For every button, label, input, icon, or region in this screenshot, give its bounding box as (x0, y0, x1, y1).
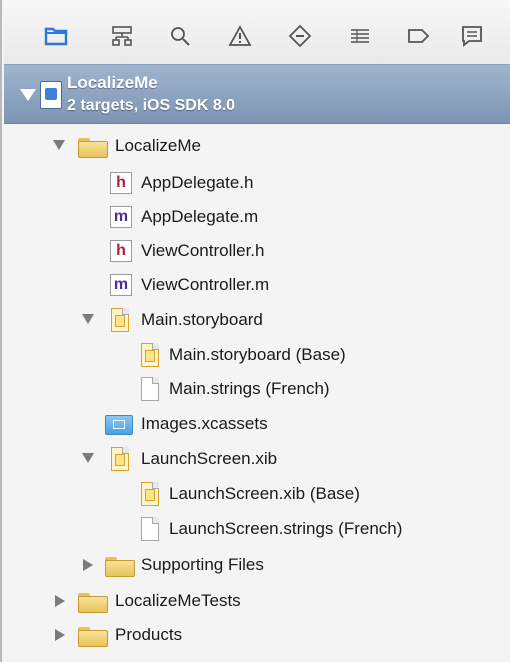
disclosure-down-icon[interactable] (53, 140, 65, 150)
folder-icon (78, 138, 108, 158)
tree-item-label: Products (115, 625, 183, 644)
tree-item-localizeme-group[interactable]: LocalizeMe (4, 130, 510, 162)
disclosure-right-icon[interactable] (55, 595, 65, 607)
storyboard-file-icon (111, 308, 129, 332)
tree-item-label: Supporting Files (141, 555, 264, 574)
tree-item-viewcontroller-m[interactable]: m ViewController.m (4, 269, 510, 301)
project-name: LocalizeMe (67, 73, 158, 92)
objc-source-file-icon: m (110, 206, 132, 228)
tree-item-label: Main.strings (French) (169, 379, 330, 398)
header-file-icon: h (110, 240, 132, 262)
disclosure-down-icon[interactable] (20, 89, 36, 101)
tree-item-label: Main.storyboard (141, 310, 263, 329)
tree-item-appdelegate-h[interactable]: h AppDelegate.h (4, 167, 510, 199)
breakpoint-diamond-icon[interactable] (286, 22, 314, 50)
warning-icon[interactable] (226, 22, 254, 50)
search-icon[interactable] (166, 22, 194, 50)
list-icon[interactable] (346, 22, 374, 50)
header-file-icon: h (110, 172, 132, 194)
xib-file-icon (111, 447, 129, 471)
tree-item-appdelegate-m[interactable]: m AppDelegate.m (4, 201, 510, 233)
tree-item-products[interactable]: Products (4, 619, 510, 651)
tree-item-localizeme-tests[interactable]: LocalizeMeTests (4, 585, 510, 617)
tree-item-main-storyboard-base[interactable]: Main.storyboard (Base) (4, 339, 510, 371)
disclosure-right-icon[interactable] (55, 629, 65, 641)
tree-item-launchscreen-strings-french[interactable]: LaunchScreen.strings (French) (4, 513, 510, 545)
folder-icon[interactable] (42, 22, 70, 50)
folder-icon (78, 627, 108, 647)
tree-item-label: LocalizeMe (115, 136, 201, 155)
tree-item-label: LocalizeMeTests (115, 591, 241, 610)
tree-item-label: AppDelegate.h (141, 173, 254, 192)
tree-item-viewcontroller-h[interactable]: h ViewController.h (4, 235, 510, 267)
tree-item-label: LaunchScreen.strings (French) (169, 519, 403, 538)
comment-icon[interactable] (458, 22, 486, 50)
folder-icon (105, 557, 135, 577)
hierarchy-icon[interactable] (108, 22, 136, 50)
tree-item-supporting-files[interactable]: Supporting Files (4, 549, 510, 581)
navigator-toolbar (4, 0, 510, 65)
tree-item-images-xcassets[interactable]: Images.xcassets (4, 408, 510, 440)
folder-icon (78, 593, 108, 613)
tree-item-label: Images.xcassets (141, 414, 268, 433)
tree-item-label: LaunchScreen.xib (Base) (169, 484, 360, 503)
project-subtitle: 2 targets, iOS SDK 8.0 (67, 97, 236, 114)
asset-catalog-icon (105, 415, 133, 435)
storyboard-file-icon (141, 343, 159, 367)
objc-source-file-icon: m (110, 274, 132, 296)
tree-item-main-storyboard[interactable]: Main.storyboard (4, 304, 510, 336)
xcode-project-icon (40, 81, 62, 109)
strings-file-icon (141, 377, 159, 401)
tree-item-label: LaunchScreen.xib (141, 449, 278, 468)
disclosure-down-icon[interactable] (82, 453, 94, 463)
disclosure-right-icon[interactable] (83, 559, 93, 571)
project-navigator: LocalizeMe 2 targets, iOS SDK 8.0 Locali… (0, 0, 510, 662)
disclosure-down-icon[interactable] (82, 314, 94, 324)
tree-item-launchscreen-xib-base[interactable]: LaunchScreen.xib (Base) (4, 478, 510, 510)
tree-item-label: Main.storyboard (Base) (169, 345, 346, 364)
tree-item-label: AppDelegate.m (141, 207, 259, 226)
tree-item-main-strings-french[interactable]: Main.strings (French) (4, 373, 510, 405)
strings-file-icon (141, 517, 159, 541)
tree-item-label: ViewController.m (141, 275, 270, 294)
tree-item-label: ViewController.h (141, 241, 265, 260)
tree-item-launchscreen-xib[interactable]: LaunchScreen.xib (4, 443, 510, 475)
xib-file-icon (141, 482, 159, 506)
tag-icon[interactable] (404, 22, 432, 50)
project-row-selected[interactable]: LocalizeMe 2 targets, iOS SDK 8.0 (4, 64, 510, 124)
